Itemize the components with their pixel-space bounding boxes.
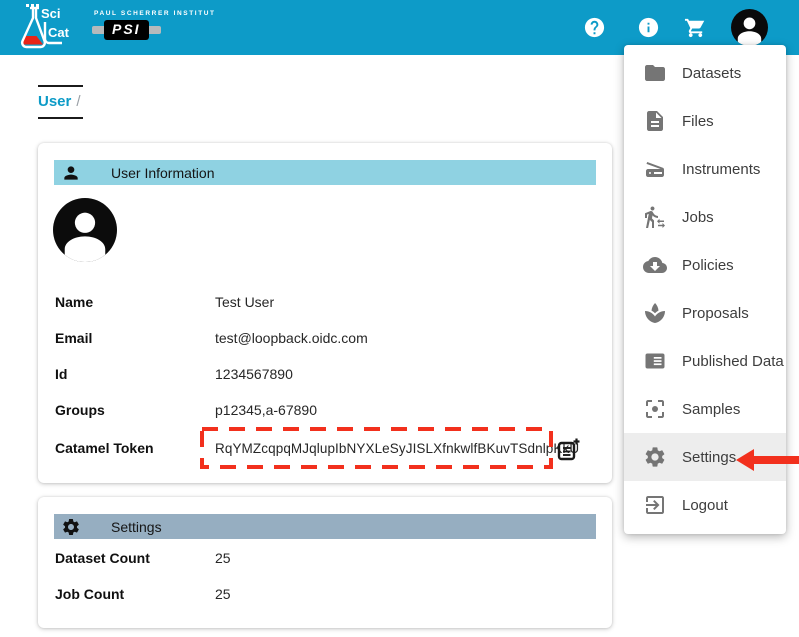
field-label: Dataset Count (38, 550, 215, 566)
breadcrumb-separator: / (71, 93, 80, 110)
menu-item-label: Instruments (682, 161, 760, 178)
field-value: Test User (215, 294, 274, 310)
field-row-id: Id 1234567890 (38, 356, 612, 392)
menu-item-label: Published Data (682, 353, 784, 370)
walking-person-icon (643, 205, 667, 229)
user-card-header: User Information (54, 160, 596, 185)
menu-item-label: Policies (682, 257, 734, 274)
menu-item-published-data[interactable]: Published Data (624, 337, 786, 385)
settings-card-title: Settings (111, 519, 162, 535)
menu-item-proposals[interactable]: Proposals (624, 289, 786, 337)
breadcrumb: User/ (38, 85, 83, 119)
field-label: Id (38, 366, 215, 382)
user-dropdown-menu: Datasets Files Instruments Jobs Policies… (624, 45, 786, 534)
menu-item-settings[interactable]: Settings (624, 433, 786, 481)
menu-item-policies[interactable]: Policies (624, 241, 786, 289)
field-row-catamel-token: Catamel Token RqYMZcqpqMJqlupIbNYXLeSyJI… (38, 428, 612, 468)
field-row-email: Email test@loopback.oidc.com (38, 320, 612, 356)
menu-item-datasets[interactable]: Datasets (624, 49, 786, 97)
field-value: p12345,a-67890 (215, 402, 317, 418)
svg-text:Sci: Sci (41, 6, 61, 21)
folder-icon (643, 61, 667, 85)
scicat-logo-icon[interactable]: Sci Cat (8, 3, 74, 58)
person-icon (61, 163, 81, 183)
focus-icon (643, 397, 667, 421)
menu-item-samples[interactable]: Samples (624, 385, 786, 433)
settings-card: Settings Dataset Count 25 Job Count 25 (38, 497, 612, 628)
menu-item-label: Settings (682, 449, 736, 466)
cloud-download-icon (643, 253, 667, 277)
copy-token-icon[interactable] (555, 437, 581, 463)
field-row-name: Name Test User (38, 284, 612, 320)
field-value: 1234567890 (215, 366, 293, 382)
field-label: Catamel Token (38, 440, 215, 456)
exit-icon (643, 493, 667, 517)
psi-logo[interactable]: PAUL SCHERRER INSTITUT PSI (92, 10, 188, 40)
field-label: Job Count (38, 586, 215, 602)
field-value: 25 (215, 550, 231, 566)
menu-item-label: Proposals (682, 305, 749, 322)
field-row-job-count: Job Count 25 (38, 576, 612, 612)
cart-icon[interactable] (684, 16, 707, 39)
menu-item-label: Jobs (682, 209, 714, 226)
field-label: Groups (38, 402, 215, 418)
user-card-title: User Information (111, 165, 214, 181)
field-label: Email (38, 330, 215, 346)
psi-bar-right (147, 26, 161, 34)
menu-item-label: Files (682, 113, 714, 130)
reader-icon (643, 349, 667, 373)
settings-card-header: Settings (54, 514, 596, 539)
help-icon[interactable] (583, 16, 606, 39)
menu-item-label: Samples (682, 401, 740, 418)
menu-item-files[interactable]: Files (624, 97, 786, 145)
field-value: 25 (215, 586, 231, 602)
menu-item-label: Datasets (682, 65, 741, 82)
menu-item-jobs[interactable]: Jobs (624, 193, 786, 241)
spa-leaf-icon (643, 301, 667, 325)
menu-item-label: Logout (682, 497, 728, 514)
menu-item-instruments[interactable]: Instruments (624, 145, 786, 193)
gear-icon (61, 517, 81, 537)
profile-avatar (53, 198, 117, 262)
field-value: test@loopback.oidc.com (215, 330, 368, 346)
menu-item-logout[interactable]: Logout (624, 481, 786, 529)
breadcrumb-user-link[interactable]: User (38, 93, 71, 110)
psi-logo-text: PSI (104, 20, 149, 40)
svg-text:Cat: Cat (48, 25, 70, 40)
psi-caption: PAUL SCHERRER INSTITUT (94, 10, 188, 17)
field-row-dataset-count: Dataset Count 25 (38, 540, 612, 576)
user-avatar[interactable] (731, 9, 768, 46)
scanner-icon (643, 157, 667, 181)
field-label: Name (38, 294, 215, 310)
gear-icon (643, 445, 667, 469)
file-icon (643, 109, 667, 133)
info-icon[interactable] (637, 16, 660, 39)
user-information-card: User Information Name Test User Email te… (38, 143, 612, 483)
field-row-groups: Groups p12345,a-67890 (38, 392, 612, 428)
catamel-token-value: RqYMZcqpqMJqlupIbNYXLeSyJISLXfnkwlfBKuvT… (215, 441, 579, 456)
